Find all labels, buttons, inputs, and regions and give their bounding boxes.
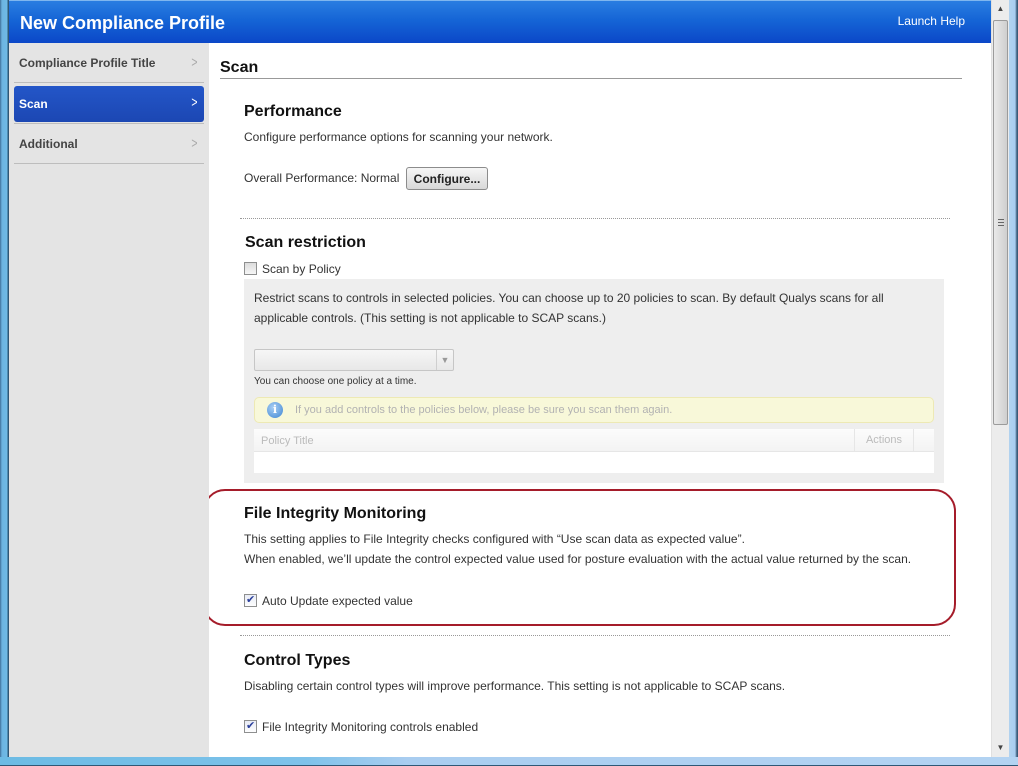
overall-performance-label: Overall Performance: Normal <box>244 171 400 185</box>
scan-restriction-panel: Restrict scans to controls in selected p… <box>244 279 944 483</box>
sidebar-item-label: Scan <box>19 97 48 111</box>
auto-update-checkbox[interactable] <box>244 593 257 607</box>
info-message: If you add controls to the policies belo… <box>295 404 673 416</box>
fim-controls-label: File Integrity Monitoring controls enabl… <box>262 720 479 734</box>
file-integrity-title: File Integrity Monitoring <box>244 505 427 522</box>
control-types-title: Control Types <box>244 652 351 669</box>
dialog-header: New Compliance Profile Launch Help <box>9 0 991 43</box>
window-frame-bottom <box>0 757 1018 766</box>
chevron-down-icon: ▼ <box>436 350 453 370</box>
performance-description: Configure performance options for scanni… <box>244 130 553 144</box>
chevron-right-icon: > <box>191 135 198 152</box>
configure-button[interactable]: Configure... <box>406 167 488 190</box>
policy-select[interactable]: ▼ <box>254 349 454 371</box>
scan-by-policy-label: Scan by Policy <box>262 262 341 276</box>
grip-icon <box>998 219 1004 226</box>
section-divider <box>240 635 950 636</box>
page-title: Scan <box>220 59 962 79</box>
performance-title: Performance <box>244 103 342 120</box>
scan-by-policy-checkbox[interactable] <box>244 262 257 275</box>
scroll-down-arrow-icon[interactable]: ▼ <box>992 739 1009 757</box>
policy-table: Policy Title Actions <box>254 429 934 473</box>
launch-help-link[interactable]: Launch Help <box>898 14 965 28</box>
scrollbar-thumb[interactable] <box>993 20 1008 425</box>
info-message-box: i If you add controls to the policies be… <box>254 397 934 423</box>
sidebar-item-additional[interactable]: Additional > <box>14 124 204 164</box>
restriction-description-line1: Restrict scans to controls in selected p… <box>254 291 884 305</box>
fim-controls-checkbox[interactable] <box>244 719 257 733</box>
sidebar: Compliance Profile Title > Scan > Additi… <box>9 43 209 757</box>
chevron-right-icon: > <box>191 94 198 111</box>
sidebar-item-label: Compliance Profile Title <box>19 55 156 70</box>
window-frame-right <box>1009 0 1018 766</box>
info-icon: i <box>267 402 283 418</box>
column-header-actions: Actions <box>854 429 914 452</box>
sidebar-item-compliance-profile-title[interactable]: Compliance Profile Title > <box>14 43 204 83</box>
section-divider <box>240 218 950 219</box>
file-integrity-description-line1: This setting applies to File Integrity c… <box>244 532 745 546</box>
main-content: Scan Performance Configure performance o… <box>209 43 991 757</box>
file-integrity-description-line2: When enabled, we’ll update the control e… <box>244 552 912 566</box>
vertical-scrollbar[interactable]: ▲ ▼ <box>991 0 1009 757</box>
policy-table-header: Policy Title Actions <box>254 429 934 452</box>
sidebar-item-label: Additional <box>19 136 78 151</box>
restriction-description-line2: applicable controls. (This setting is no… <box>254 311 606 325</box>
control-types-description: Disabling certain control types will imp… <box>244 679 786 693</box>
sidebar-item-scan[interactable]: Scan > <box>14 86 204 122</box>
window-frame-left <box>0 0 9 766</box>
scan-restriction-title: Scan restriction <box>245 234 366 251</box>
policy-hint: You can choose one policy at a time. <box>254 376 417 387</box>
dialog-title: New Compliance Profile <box>20 13 226 33</box>
chevron-right-icon: > <box>191 54 198 71</box>
auto-update-label: Auto Update expected value <box>262 594 413 608</box>
column-header-policy-title[interactable]: Policy Title <box>261 435 314 447</box>
scroll-up-arrow-icon[interactable]: ▲ <box>992 0 1009 18</box>
